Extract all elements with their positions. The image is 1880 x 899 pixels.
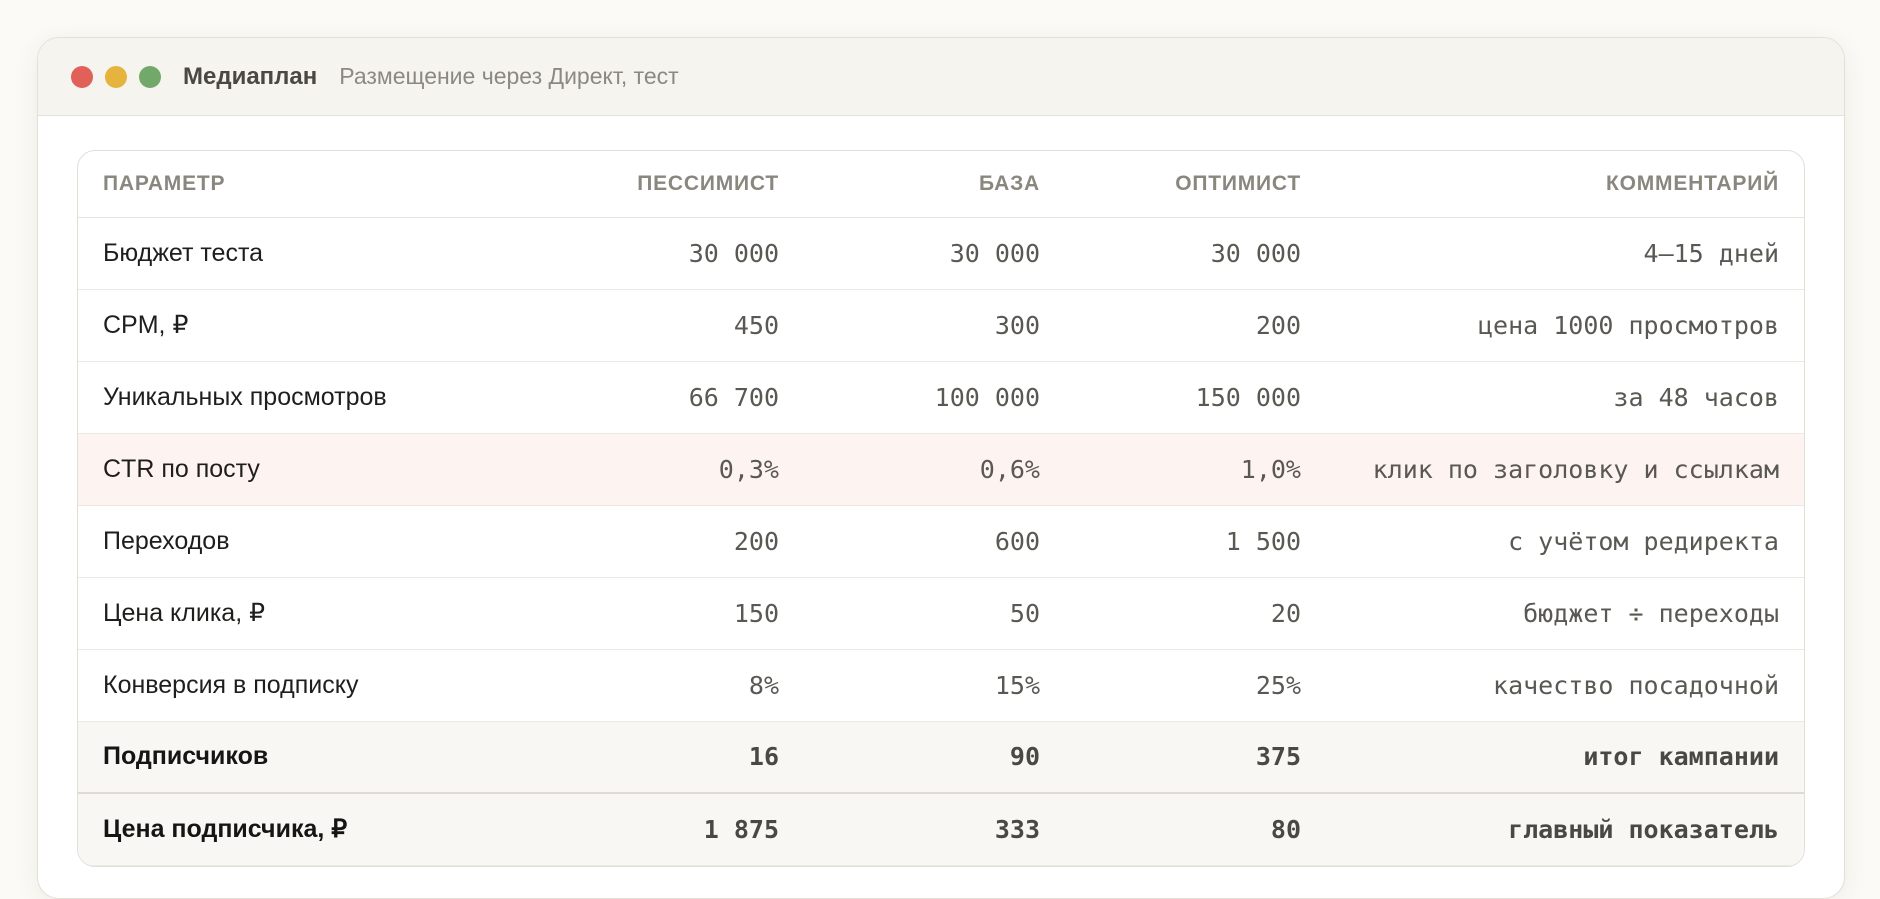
cell-optimist: 375 <box>1065 721 1326 794</box>
table-row-highlighted: CTR по посту 0,3% 0,6% 1,0% клик по заго… <box>78 433 1804 506</box>
table-row: Цена клика, ₽ 150 50 20 бюджет ÷ переход… <box>78 577 1804 650</box>
cell-base: 333 <box>804 792 1065 866</box>
cell-param: Бюджет теста <box>78 217 543 290</box>
table-row-total: Подписчиков 16 90 375 итог кампании <box>78 721 1804 794</box>
cell-comment: итог кампании <box>1326 721 1804 794</box>
cell-comment: главный показатель <box>1326 792 1804 866</box>
table-row: Конверсия в подписку 8% 15% 25% качество… <box>78 649 1804 722</box>
cell-param: Цена подписчика, ₽ <box>78 792 543 866</box>
table-header-row: ПАРАМЕТР ПЕССИМИСТ БАЗА ОПТИМИСТ КОММЕНТ… <box>78 151 1804 218</box>
title-bar: Медиаплан Размещение через Директ, тест <box>38 38 1844 116</box>
cell-pessimist: 450 <box>543 289 804 362</box>
mediaplan-table: ПАРАМЕТР ПЕССИМИСТ БАЗА ОПТИМИСТ КОММЕНТ… <box>78 151 1804 866</box>
cell-pessimist: 150 <box>543 577 804 650</box>
cell-optimist: 150 000 <box>1065 361 1326 434</box>
cell-optimist: 200 <box>1065 289 1326 362</box>
cell-param: CTR по посту <box>78 433 543 506</box>
cell-base: 90 <box>804 721 1065 794</box>
cell-pessimist: 200 <box>543 505 804 578</box>
cell-optimist: 1,0% <box>1065 433 1326 506</box>
cell-comment: бюджет ÷ переходы <box>1326 577 1804 650</box>
cell-param: Подписчиков <box>78 721 543 794</box>
table-row: Переходов 200 600 1 500 с учётом редирек… <box>78 505 1804 578</box>
header-comment[interactable]: КОММЕНТАРИЙ <box>1326 151 1804 218</box>
main-content: ПАРАМЕТР ПЕССИМИСТ БАЗА ОПТИМИСТ КОММЕНТ… <box>38 116 1844 867</box>
cell-optimist: 80 <box>1065 792 1326 866</box>
cell-base: 0,6% <box>804 433 1065 506</box>
cell-param: Уникальных просмотров <box>78 361 543 434</box>
table-row-total: Цена подписчика, ₽ 1 875 333 80 главный … <box>78 792 1804 866</box>
cell-optimist: 25% <box>1065 649 1326 722</box>
window-title: Медиаплан <box>183 62 318 90</box>
header-pessimist[interactable]: ПЕССИМИСТ <box>543 151 804 218</box>
cell-comment: клик по заголовку и ссылкам <box>1326 433 1804 506</box>
cell-pessimist: 30 000 <box>543 217 804 290</box>
table-row: Бюджет теста 30 000 30 000 30 000 4–15 д… <box>78 217 1804 290</box>
cell-optimist: 1 500 <box>1065 505 1326 578</box>
cell-comment: с учётом редиректа <box>1326 505 1804 578</box>
cell-base: 100 000 <box>804 361 1065 434</box>
cell-comment: 4–15 дней <box>1326 217 1804 290</box>
app-window: Медиаплан Размещение через Директ, тест … <box>37 37 1845 899</box>
cell-pessimist: 0,3% <box>543 433 804 506</box>
cell-comment: цена 1000 просмотров <box>1326 289 1804 362</box>
cell-comment: качество посадочной <box>1326 649 1804 722</box>
cell-base: 50 <box>804 577 1065 650</box>
cell-base: 300 <box>804 289 1065 362</box>
table-row: CPM, ₽ 450 300 200 цена 1000 просмотров <box>78 289 1804 362</box>
cell-pessimist: 8% <box>543 649 804 722</box>
cell-param: Переходов <box>78 505 543 578</box>
cell-pessimist: 1 875 <box>543 792 804 866</box>
maximize-button[interactable] <box>139 65 161 88</box>
table-row: Уникальных просмотров 66 700 100 000 150… <box>78 361 1804 434</box>
cell-optimist: 20 <box>1065 577 1326 650</box>
cell-base: 30 000 <box>804 217 1065 290</box>
header-param[interactable]: ПАРАМЕТР <box>78 151 543 218</box>
header-base[interactable]: БАЗА <box>804 151 1065 218</box>
cell-optimist: 30 000 <box>1065 217 1326 290</box>
mediaplan-table-card: ПАРАМЕТР ПЕССИМИСТ БАЗА ОПТИМИСТ КОММЕНТ… <box>77 150 1805 867</box>
close-button[interactable] <box>71 65 93 88</box>
cell-pessimist: 16 <box>543 721 804 794</box>
cell-comment: за 48 часов <box>1326 361 1804 434</box>
cell-param: Конверсия в подписку <box>78 649 543 722</box>
header-optimist[interactable]: ОПТИМИСТ <box>1065 151 1326 218</box>
window-subtitle: Размещение через Директ, тест <box>339 63 679 89</box>
cell-pessimist: 66 700 <box>543 361 804 434</box>
cell-param: Цена клика, ₽ <box>78 577 543 650</box>
minimize-button[interactable] <box>105 65 127 88</box>
cell-param: CPM, ₽ <box>78 289 543 362</box>
cell-base: 600 <box>804 505 1065 578</box>
cell-base: 15% <box>804 649 1065 722</box>
